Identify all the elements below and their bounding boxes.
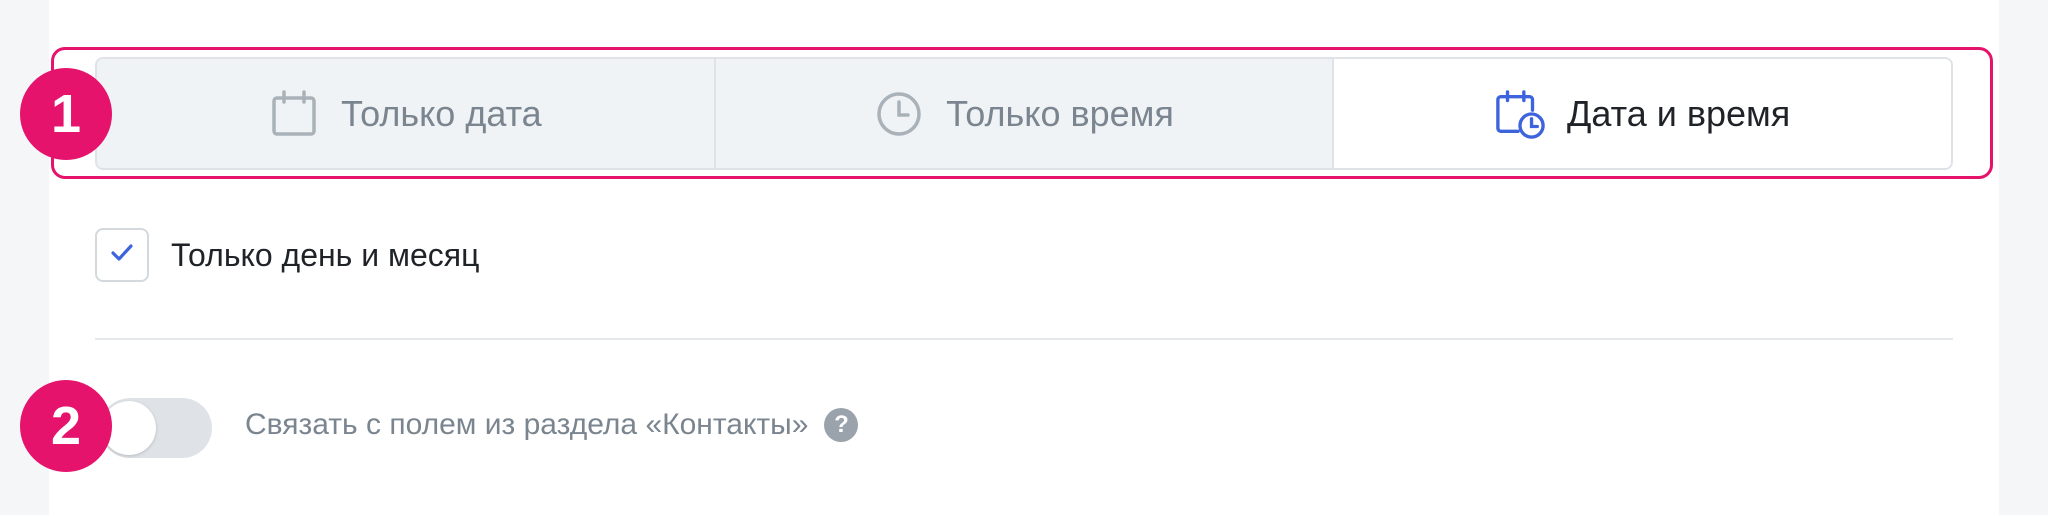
day-month-option: Только день и месяц [95, 228, 479, 282]
link-contacts-label: Связать с полем из раздела «Контакты» [245, 408, 809, 441]
clock-icon [874, 89, 924, 139]
step-badge-1: 1 [20, 68, 112, 160]
divider [95, 338, 1953, 340]
tab-date-and-time[interactable]: Дата и время [1332, 59, 1951, 168]
tab-date-only-label: Только дата [340, 92, 542, 134]
day-month-checkbox[interactable] [95, 228, 149, 282]
tab-date-only[interactable]: Только дата [97, 59, 714, 168]
link-contacts-row: Связать с полем из раздела «Контакты» ? [245, 408, 859, 442]
tab-time-only[interactable]: Только время [713, 59, 1333, 168]
link-contacts-toggle[interactable] [100, 398, 212, 458]
calendar-clock-icon [1495, 89, 1545, 139]
day-month-label: Только день и месяц [171, 236, 480, 273]
date-mode-segmented-control: Только дата Только время Дата и время [95, 57, 1953, 170]
help-icon[interactable]: ? [824, 408, 859, 442]
calendar-icon [269, 89, 319, 139]
tab-time-only-label: Только время [946, 92, 1174, 134]
tab-date-and-time-label: Дата и время [1567, 92, 1791, 134]
step-badge-2: 2 [20, 380, 112, 472]
checkmark-icon [109, 240, 135, 271]
